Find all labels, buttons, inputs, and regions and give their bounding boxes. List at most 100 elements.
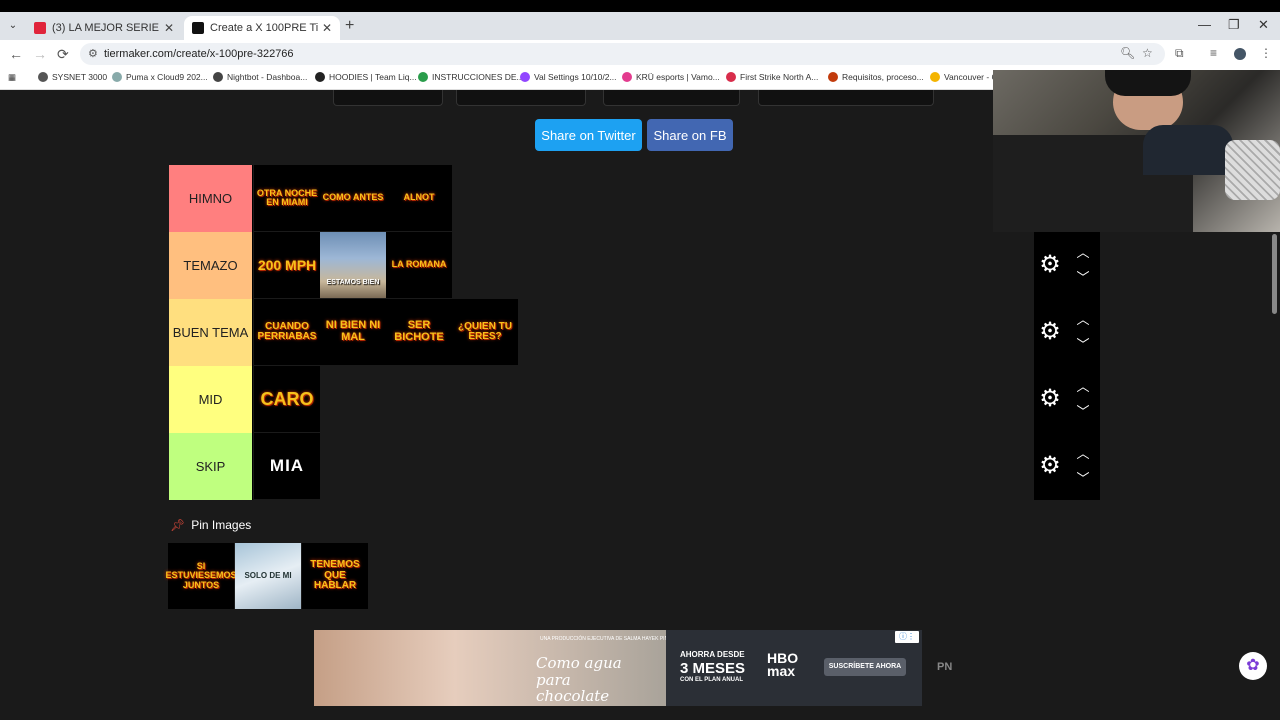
chevron-up-icon[interactable]: ︿: [1073, 447, 1093, 461]
tier-label[interactable]: SKIP: [169, 433, 253, 500]
menu-icon[interactable]: ⋮: [1260, 46, 1272, 60]
forward-icon[interactable]: →: [33, 46, 47, 62]
tab-title: (3) LA MEJOR SERIE DEL 2026 S...: [52, 22, 160, 34]
chevron-up-icon[interactable]: ︿: [1073, 313, 1093, 327]
close-icon[interactable]: ✕: [164, 21, 174, 35]
ad-offer-line2: 3 MESES: [680, 660, 746, 677]
tab-tiermaker[interactable]: Create a X 100PRE Tier List - Ti... ✕: [184, 16, 340, 40]
ad-title: Como agua para chocolate: [536, 654, 622, 705]
tab-search-icon[interactable]: ⌄: [5, 18, 21, 34]
tiermaker-icon: [192, 22, 204, 34]
tier-label[interactable]: HIMNO: [169, 165, 253, 232]
top-action-button[interactable]: [758, 90, 934, 106]
tab-title: Create a X 100PRE Tier List - Ti...: [210, 22, 318, 34]
tier-item[interactable]: ESTAMOS BIEN: [320, 232, 386, 298]
chevron-down-icon[interactable]: ﹀: [1073, 405, 1093, 419]
bookmark-item[interactable]: Puma x Cloud9 202...: [112, 72, 208, 82]
minimize-icon[interactable]: —: [1198, 17, 1211, 32]
top-action-button[interactable]: [456, 90, 586, 106]
tier-item[interactable]: ¿QUIEN TU ERES?: [452, 299, 518, 365]
reload-icon[interactable]: ⟳: [57, 46, 69, 63]
pillow: [1225, 140, 1280, 200]
share-twitter-button[interactable]: Share on Twitter: [535, 119, 642, 151]
tier-item[interactable]: OTRA NOCHE EN MIAMI: [254, 165, 320, 231]
webcam-overlay: [993, 70, 1280, 232]
maps-icon: [930, 72, 940, 82]
pool-item[interactable]: TENEMOS QUE HABLAR: [302, 543, 368, 609]
tier-item[interactable]: SER BICHOTE: [386, 299, 452, 365]
extensions-icon[interactable]: ⧉: [1175, 46, 1184, 61]
bookmark-item[interactable]: Val Settings 10/10/2...: [520, 72, 617, 82]
media-icon[interactable]: ≡: [1210, 46, 1217, 60]
hbo-max-logo: HBO max: [767, 650, 799, 680]
pool-item[interactable]: SOLO DE MI: [235, 543, 301, 609]
url-text[interactable]: tiermaker.com/create/x-100pre-322766: [104, 48, 294, 60]
tier-item[interactable]: ALNOT: [386, 165, 452, 231]
bookmark-item[interactable]: Nightbot - Dashboa...: [213, 72, 307, 82]
gear-icon[interactable]: ⚙: [1037, 453, 1063, 479]
star-icon[interactable]: ☆: [1142, 46, 1153, 60]
pool-item[interactable]: SI ESTUVIESEMOS JUNTOS: [166, 543, 237, 609]
top-action-button[interactable]: [603, 90, 740, 106]
bookmark-item[interactable]: SYSNET 3000: [38, 72, 107, 82]
chevron-down-icon[interactable]: ﹀: [1073, 472, 1093, 486]
tier-label[interactable]: TEMAZO: [169, 232, 253, 299]
chevron-down-icon[interactable]: ﹀: [1073, 338, 1093, 352]
tier-item[interactable]: COMO ANTES: [320, 165, 386, 231]
drive-icon: [418, 72, 428, 82]
bookmark-icon: [112, 72, 122, 82]
top-strip: [0, 0, 1280, 12]
bookmark-item[interactable]: INSTRUCCIONES DE...: [418, 72, 524, 82]
restore-icon[interactable]: ❐: [1228, 17, 1240, 33]
ad-cta-button[interactable]: SUSCRÍBETE AHORA: [824, 658, 906, 676]
pin-images-toggle[interactable]: 📌︎ Pin Images: [170, 518, 251, 532]
gear-icon[interactable]: ⚙: [1037, 252, 1063, 278]
bookmark-item[interactable]: Requisitos, proceso...: [828, 72, 924, 82]
pin-images-label: Pin Images: [191, 518, 252, 532]
tier-item[interactable]: MIA: [254, 433, 320, 499]
close-window-icon[interactable]: ✕: [1258, 17, 1269, 33]
profile-avatar[interactable]: [1234, 48, 1246, 60]
youtube-icon: [34, 22, 46, 34]
tier-item[interactable]: NI BIEN NI MAL: [320, 299, 386, 365]
ad-top-text: UNA PRODUCCIÓN EJECUTIVA DE SALMA HAYEK …: [540, 636, 681, 642]
site-info-icon[interactable]: ⚙: [88, 47, 98, 60]
close-icon[interactable]: ✕: [322, 21, 332, 35]
pn-label: PN: [937, 661, 953, 673]
pin-icon: 📌︎: [170, 518, 186, 532]
tier-label[interactable]: MID: [169, 366, 253, 433]
tier-label[interactable]: BUEN TEMA: [169, 299, 253, 366]
person-body: [1143, 125, 1233, 175]
chevron-up-icon[interactable]: ︿: [1073, 246, 1093, 260]
share-fb-button[interactable]: Share on FB: [647, 119, 733, 151]
chevron-down-icon[interactable]: ﹀: [1073, 271, 1093, 285]
person-hair: [1105, 70, 1191, 96]
tab-youtube[interactable]: (3) LA MEJOR SERIE DEL 2026 S... ✕: [26, 16, 182, 40]
tier-item[interactable]: CARO: [254, 366, 320, 432]
new-tab-button[interactable]: +: [345, 17, 354, 35]
twitch-icon: [520, 72, 530, 82]
bookmark-icon: [828, 72, 838, 82]
bookmark-item[interactable]: First Strike North A...: [726, 72, 818, 82]
chevron-up-icon[interactable]: ︿: [1073, 380, 1093, 394]
tier-item[interactable]: 200 MPH: [254, 232, 320, 298]
assistant-icon[interactable]: ✿: [1239, 652, 1267, 680]
ad-info-icon[interactable]: ⓘ⋮: [895, 631, 919, 643]
zoom-icon[interactable]: 🔍︎: [1120, 46, 1135, 60]
bookmark-icon: [213, 72, 223, 82]
bookmark-item[interactable]: KRÜ esports | Vamo...: [622, 72, 720, 82]
scroll-thumb[interactable]: [1272, 234, 1277, 314]
bookmark-icon: [622, 72, 632, 82]
ad-offer-line1: AHORRA DESDE: [680, 650, 745, 659]
gear-icon[interactable]: ⚙: [1037, 386, 1063, 412]
top-action-button[interactable]: [333, 90, 443, 106]
back-icon[interactable]: ←: [9, 46, 23, 62]
gear-icon[interactable]: ⚙: [1037, 319, 1063, 345]
bookmark-item[interactable]: HOODIES | Team Liq...: [315, 72, 417, 82]
tier-item[interactable]: LA ROMANA: [386, 232, 452, 298]
apps-icon[interactable]: ▦: [8, 72, 16, 83]
tier-item[interactable]: CUANDO PERRIABAS: [254, 299, 320, 365]
ad-offer-line3: CON EL PLAN ANUAL: [680, 677, 743, 683]
bookmark-icon: [38, 72, 48, 82]
bookmark-icon: [726, 72, 736, 82]
